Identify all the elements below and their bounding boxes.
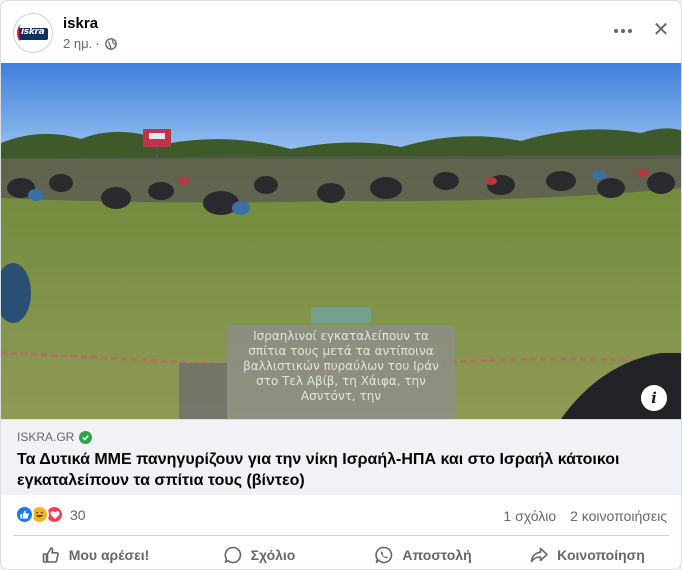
link-preview[interactable]: ISKRA.GR Τα Δυτικά ΜΜΕ πανηγυρίζουν για … xyxy=(1,419,681,495)
share-count[interactable]: 2 κοινοποιήσεις xyxy=(570,508,667,524)
link-domain: ISKRA.GR xyxy=(17,430,75,444)
video-thumbnail[interactable]: Ισραηλινοί εγκαταλείπουν τα σπίτια τους … xyxy=(1,63,681,419)
globe-icon[interactable] xyxy=(104,37,117,50)
share-button[interactable]: Κοινοποίηση xyxy=(505,536,669,569)
like-reaction-icon xyxy=(15,505,34,524)
like-label: Μου αρέσει! xyxy=(68,546,150,563)
comment-count[interactable]: 1 σχόλιο xyxy=(503,508,556,524)
comment-button[interactable]: Σχόλιο xyxy=(177,536,341,569)
post-time[interactable]: 2 ημ. xyxy=(63,36,92,51)
reactions-summary[interactable]: 30 xyxy=(15,505,86,524)
post-card: iskra iskra 2 ημ. · ✕ Ισραηλινοί εγκαταλ… xyxy=(0,0,682,570)
page-name[interactable]: iskra xyxy=(63,15,98,32)
more-options-icon[interactable] xyxy=(609,17,637,45)
engagement-stats: 30 1 σχόλιο 2 κοινοποιήσεις xyxy=(15,503,667,529)
info-icon[interactable]: i xyxy=(641,385,667,411)
link-domain-row: ISKRA.GR xyxy=(17,430,93,444)
verified-check-icon xyxy=(79,430,93,444)
avatar-logo-text: iskra xyxy=(21,27,45,37)
avatar[interactable]: iskra xyxy=(13,13,53,53)
video-overlay-text: Ισραηλινοί εγκαταλείπουν τα σπίτια τους … xyxy=(243,329,439,403)
reaction-count[interactable]: 30 xyxy=(70,507,86,523)
share-label: Κοινοποίηση xyxy=(557,546,645,563)
whatsapp-icon xyxy=(375,546,393,563)
thumbs-up-icon xyxy=(42,546,59,563)
share-arrow-icon xyxy=(530,547,548,562)
comment-icon xyxy=(224,546,241,563)
close-icon[interactable]: ✕ xyxy=(647,15,675,43)
send-button[interactable]: Αποστολή xyxy=(341,536,505,569)
send-label: Αποστολή xyxy=(402,546,472,563)
comment-share-counts: 1 σχόλιο 2 κοινοποιήσεις xyxy=(503,508,667,524)
post-meta: 2 ημ. · xyxy=(63,36,117,51)
link-headline[interactable]: Τα Δυτικά ΜΜΕ πανηγυρίζουν για την νίκη … xyxy=(17,449,667,491)
post-header: iskra iskra 2 ημ. · ✕ xyxy=(13,11,671,57)
meta-separator: · xyxy=(95,36,100,51)
post-actions: Μου αρέσει! Σχόλιο Αποστολή Κοινοποίηση xyxy=(13,535,669,569)
comment-label: Σχόλιο xyxy=(250,546,296,563)
like-button[interactable]: Μου αρέσει! xyxy=(13,536,177,569)
